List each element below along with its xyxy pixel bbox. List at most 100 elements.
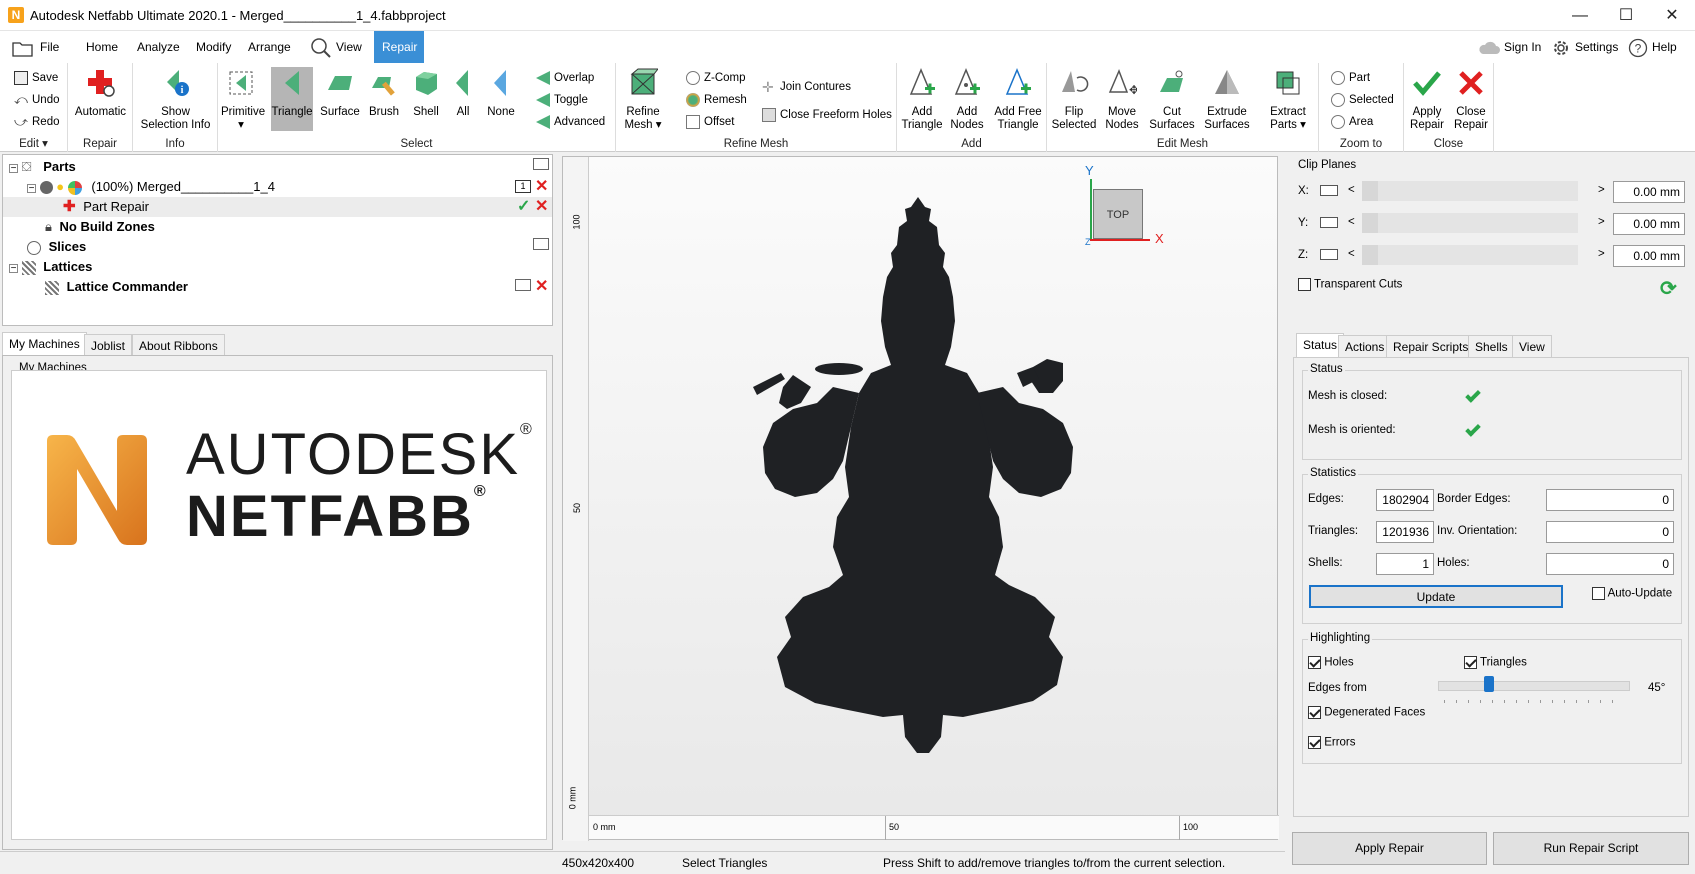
shell-select-button[interactable]: Shell <box>406 68 446 119</box>
close-freeform-holes-button[interactable]: Close Freeform Holes <box>762 106 892 124</box>
redo-button[interactable]: ⤻ Redo <box>14 113 60 131</box>
menu-modify[interactable]: Modify <box>188 31 239 63</box>
surface-select-button[interactable]: Surface <box>318 68 362 119</box>
clip-y-value[interactable]: 0.00 mm <box>1613 213 1685 235</box>
primitive-button[interactable]: Primitive ▾ <box>221 68 265 132</box>
tree-no-build-zones[interactable]: 🔒︎ No Build Zones <box>45 217 155 237</box>
auto-update-checkbox[interactable]: Auto-Update <box>1592 587 1672 600</box>
offset-button[interactable]: Offset <box>686 113 734 131</box>
clip-y-toggle[interactable] <box>1320 217 1338 228</box>
clip-x-slider-track[interactable] <box>1378 181 1578 201</box>
clip-z-slider-thumb[interactable] <box>1362 245 1378 265</box>
auto-update-box[interactable] <box>1592 587 1605 600</box>
extract-parts-button[interactable]: Extract Parts ▾ <box>1263 68 1313 132</box>
help-button[interactable]: ? Help <box>1620 31 1685 63</box>
edges-from-slider-track[interactable] <box>1438 681 1630 691</box>
select-none-button[interactable]: None <box>484 68 518 119</box>
tab-view[interactable]: View <box>1512 335 1552 357</box>
undo-button[interactable]: ⤺ Undo <box>14 91 60 109</box>
extrude-surfaces-button[interactable]: Extrude Surfaces <box>1200 68 1254 132</box>
collapse-icon[interactable]: − <box>9 164 18 174</box>
move-nodes-button[interactable]: ✥ Move Nodes <box>1101 68 1143 132</box>
overlap-button[interactable]: Overlap <box>536 69 594 87</box>
apply-repair-ribbon-button[interactable]: Apply Repair <box>1406 68 1448 132</box>
z-comp-button[interactable]: Z-Comp <box>686 69 746 87</box>
select-all-button[interactable]: All <box>448 68 478 119</box>
lightbulb-icon[interactable]: ● <box>56 179 64 194</box>
save-button[interactable]: Save <box>14 69 58 87</box>
folder-icon[interactable] <box>515 279 531 291</box>
tab-status[interactable]: Status <box>1296 333 1345 357</box>
menu-arrange[interactable]: Arrange <box>240 31 299 63</box>
tab-my-machines[interactable]: My Machines <box>2 332 87 356</box>
join-contures-button[interactable]: ✛ Join Contures <box>762 78 851 96</box>
tab-shells[interactable]: Shells <box>1468 335 1515 357</box>
settings-button[interactable]: Settings <box>1543 31 1626 63</box>
tree-lattices[interactable]: − Lattices <box>9 257 92 277</box>
toggle-button[interactable]: Toggle <box>536 91 588 109</box>
menu-repair[interactable]: Repair <box>374 31 424 63</box>
add-free-triangle-button[interactable]: Add Free Triangle <box>991 68 1045 132</box>
maximize-button[interactable]: ☐ <box>1603 0 1649 31</box>
close-window-button[interactable]: ✕ <box>1649 0 1695 31</box>
folder-icon[interactable] <box>533 238 549 250</box>
tree-part-repair[interactable]: ✚ Part Repair <box>63 197 149 217</box>
zoom-part-button[interactable]: Part <box>1331 69 1370 87</box>
menu-file[interactable]: File <box>4 31 67 63</box>
apply-repair-button[interactable]: Apply Repair <box>1292 832 1487 865</box>
3d-viewport[interactable]: 100 50 0 mm 0 mm 50 100 Y X Z TOP <box>562 156 1279 841</box>
edges-from-slider-thumb[interactable] <box>1484 676 1494 692</box>
holes-checkbox[interactable]: Holes <box>1308 656 1354 669</box>
flip-selected-button[interactable]: Flip Selected <box>1050 68 1098 132</box>
add-triangle-button[interactable]: Add Triangle <box>900 68 944 132</box>
refresh-icon[interactable]: ⟳ <box>1660 276 1677 301</box>
clip-x-toggle[interactable] <box>1320 185 1338 196</box>
red-x-icon[interactable]: ✕ <box>535 196 548 216</box>
clip-z-value[interactable]: 0.00 mm <box>1613 245 1685 267</box>
advanced-button[interactable]: Advanced <box>536 113 605 131</box>
update-button[interactable]: Update <box>1309 585 1563 608</box>
close-repair-button[interactable]: Close Repair <box>1450 68 1492 132</box>
transparent-cuts-box[interactable] <box>1298 278 1311 291</box>
add-nodes-button[interactable]: Add Nodes <box>947 68 987 132</box>
color-icon[interactable] <box>67 180 82 195</box>
tree-merged-part[interactable]: − ● (100%) Merged__________1_4 <box>27 177 275 197</box>
errors-checkbox[interactable]: Errors <box>1308 736 1356 749</box>
tree-lattice-commander[interactable]: Lattice Commander <box>45 277 188 297</box>
transparent-cuts-checkbox[interactable]: Transparent Cuts <box>1298 278 1402 291</box>
tab-repair-scripts[interactable]: Repair Scripts <box>1386 335 1476 357</box>
tab-about-ribbons[interactable]: About Ribbons <box>132 334 225 356</box>
degenerated-faces-box[interactable] <box>1308 706 1321 719</box>
clip-y-increment[interactable]: > <box>1598 216 1605 228</box>
folder-icon[interactable] <box>533 158 549 170</box>
visibility-icon[interactable] <box>39 181 53 195</box>
degenerated-faces-checkbox[interactable]: Degenerated Faces <box>1308 706 1425 719</box>
menu-home[interactable]: Home <box>78 31 126 63</box>
collapse-icon[interactable]: − <box>27 184 36 194</box>
zoom-selected-button[interactable]: Selected <box>1331 91 1394 109</box>
clip-y-slider-track[interactable] <box>1378 213 1578 233</box>
tab-actions[interactable]: Actions <box>1338 335 1392 357</box>
clip-x-increment[interactable]: > <box>1598 184 1605 196</box>
minimize-button[interactable]: — <box>1557 0 1603 31</box>
run-repair-script-button[interactable]: Run Repair Script <box>1493 832 1689 865</box>
clip-y-slider-thumb[interactable] <box>1362 213 1378 233</box>
clip-z-increment[interactable]: > <box>1598 248 1605 260</box>
automatic-repair-button[interactable]: Automatic <box>72 68 129 119</box>
clip-x-decrement[interactable]: < <box>1348 184 1355 196</box>
triangle-select-button[interactable]: Triangle <box>271 67 313 131</box>
clip-z-toggle[interactable] <box>1320 249 1338 260</box>
show-selection-info-button[interactable]: i Show Selection Info <box>137 68 214 132</box>
sign-in-button[interactable]: Sign In <box>1470 31 1549 63</box>
collapse-icon[interactable]: − <box>9 264 18 274</box>
red-x-icon[interactable]: ✕ <box>535 276 548 296</box>
clip-x-slider-thumb[interactable] <box>1362 181 1378 201</box>
cut-surfaces-button[interactable]: Cut Surfaces <box>1147 68 1197 132</box>
holes-box[interactable] <box>1308 656 1321 669</box>
tree-slices[interactable]: Slices <box>27 237 86 257</box>
clip-y-decrement[interactable]: < <box>1348 216 1355 228</box>
3d-model[interactable] <box>733 197 1103 757</box>
remove-part-icon[interactable]: ✕ <box>535 176 548 196</box>
brush-select-button[interactable]: Brush <box>364 68 404 119</box>
refine-mesh-button[interactable]: Refine Mesh ▾ <box>620 68 666 132</box>
